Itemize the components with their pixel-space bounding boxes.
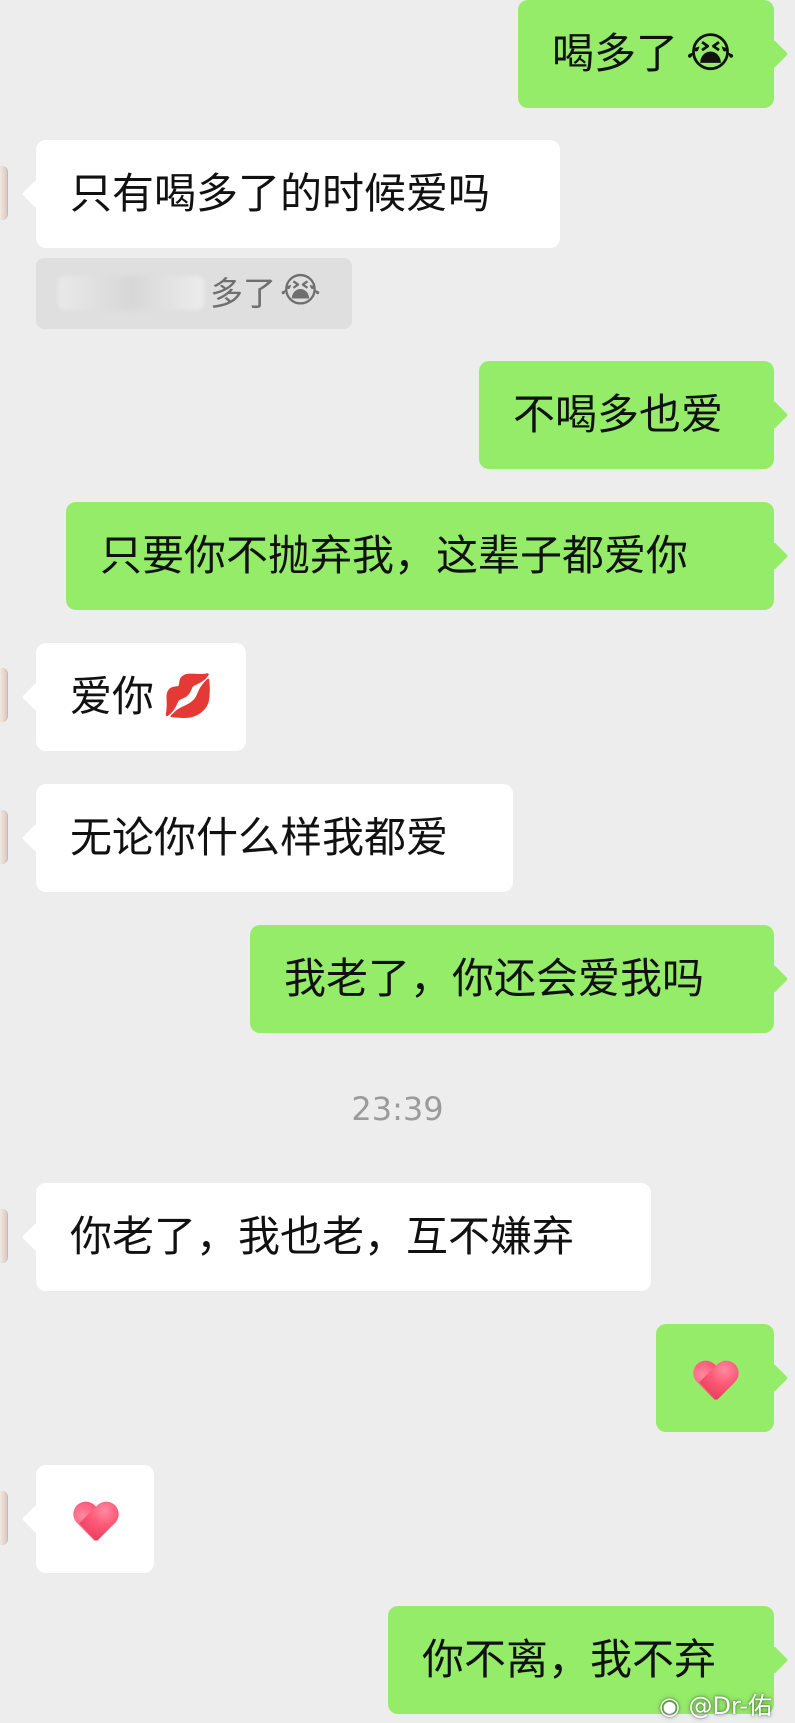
- crying-emoji-icon: 😭: [280, 271, 321, 311]
- crying-emoji-icon: 😭: [686, 27, 736, 77]
- contact-avatar-edge[interactable]: [0, 810, 8, 864]
- kiss-mark-emoji-icon: 💋: [162, 670, 215, 720]
- message-text-love-you: 爱你: [70, 672, 155, 721]
- contact-avatar-edge[interactable]: [0, 1491, 8, 1545]
- message-text-old-question: 我老了，你还会爱我吗: [284, 954, 705, 1003]
- quoted-message-preview[interactable]: 多了 😭: [36, 258, 352, 329]
- watermark-text: @Dr-佑: [688, 1692, 772, 1720]
- quote-text: 多了: [210, 274, 276, 313]
- weibo-icon: ◉: [659, 1692, 680, 1720]
- blurred-quote-content: [58, 276, 204, 310]
- message-bubble-no-dislike[interactable]: 你老了，我也老，互不嫌弃: [36, 1183, 651, 1291]
- message-text-question: 只有喝多了的时候爱吗: [70, 169, 491, 218]
- heart-emoji-icon: [692, 1360, 738, 1402]
- message-bubble-love-sober[interactable]: 不喝多也爱: [479, 361, 774, 469]
- message-bubble-heart-incoming[interactable]: [36, 1465, 154, 1573]
- contact-avatar-edge[interactable]: [0, 668, 8, 722]
- weibo-watermark: ◉ @Dr-佑: [655, 1691, 772, 1721]
- message-text-whatever: 无论你什么样我都爱: [70, 813, 449, 862]
- contact-avatar-edge[interactable]: [0, 1209, 8, 1263]
- message-bubble-love-you[interactable]: 爱你 💋: [36, 643, 246, 751]
- chat-thread: 喝多了 😭 只有喝多了的时候爱吗 多了 😭 不喝多也爱 只要你不抛弃我，这辈子都爱你…: [0, 0, 795, 1723]
- message-timestamp: 23:39: [351, 1090, 444, 1128]
- message-bubble-old-question[interactable]: 我老了，你还会爱我吗: [250, 925, 774, 1033]
- message-text-forever: 只要你不抛弃我，这辈子都爱你: [100, 531, 689, 580]
- message-text-never-leave: 你不离，我不弃: [422, 1635, 717, 1684]
- message-text-drunk: 喝多了: [552, 29, 679, 78]
- message-text-love-sober: 不喝多也爱: [513, 390, 724, 439]
- message-bubble-question[interactable]: 只有喝多了的时候爱吗: [36, 140, 560, 248]
- heart-emoji-icon: [72, 1501, 118, 1543]
- contact-avatar-edge[interactable]: [0, 166, 8, 220]
- message-bubble-whatever[interactable]: 无论你什么样我都爱: [36, 784, 513, 892]
- message-bubble-heart-outgoing[interactable]: [656, 1324, 774, 1432]
- message-bubble-forever[interactable]: 只要你不抛弃我，这辈子都爱你: [66, 502, 774, 610]
- message-bubble-drunk[interactable]: 喝多了 😭: [518, 0, 774, 108]
- message-text-no-dislike: 你老了，我也老，互不嫌弃: [70, 1212, 575, 1261]
